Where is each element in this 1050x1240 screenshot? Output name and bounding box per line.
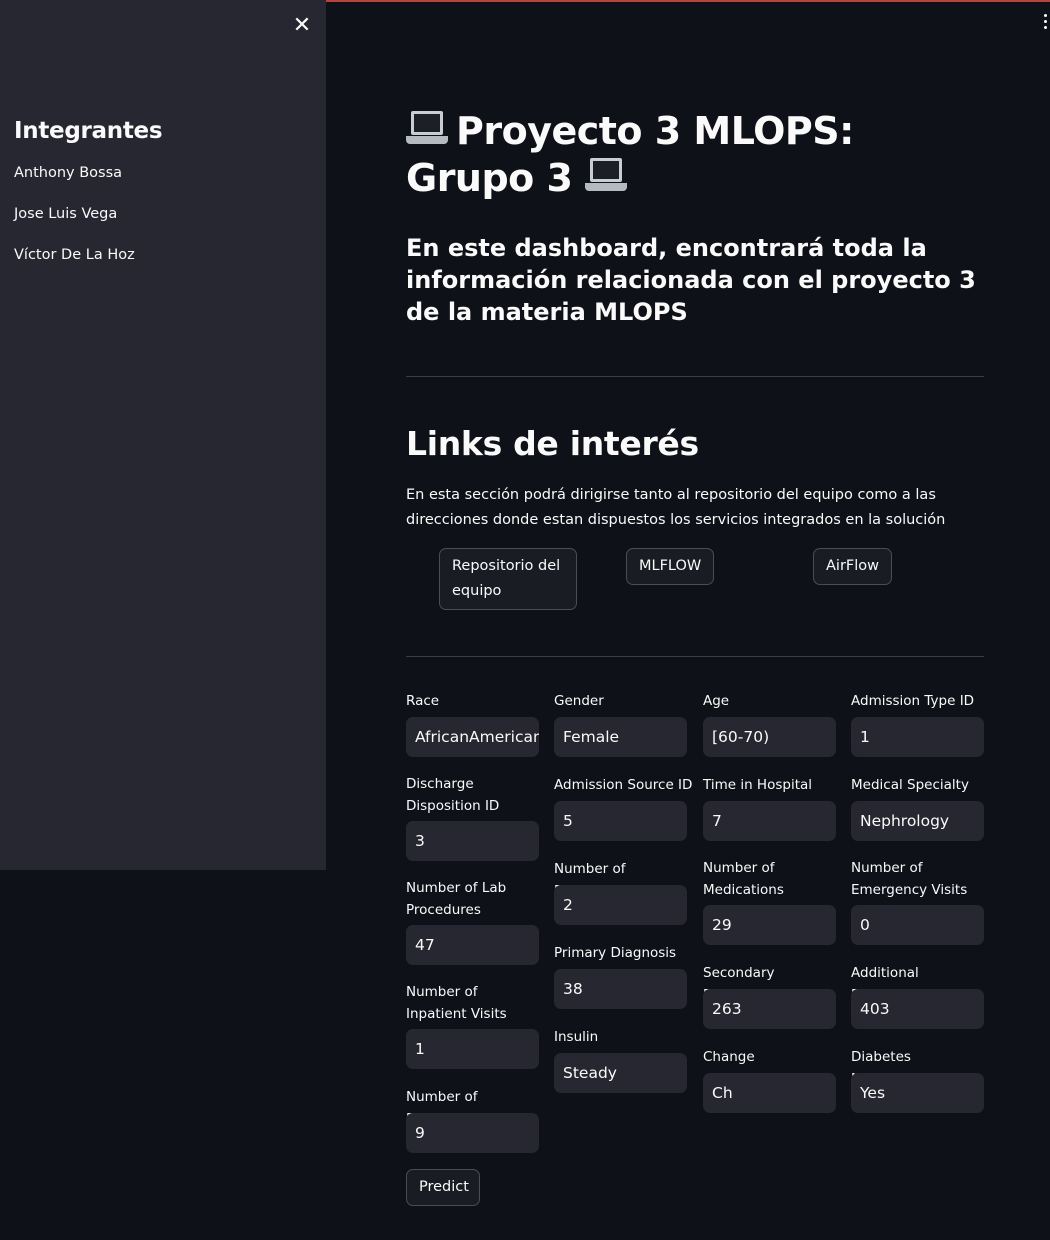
laptop-icon (406, 111, 448, 147)
field-label-change: Change (703, 1049, 755, 1065)
emergency-visits-input[interactable]: 0 (851, 905, 984, 945)
field-label-lab-procedures: Number of Lab Procedures (406, 880, 507, 918)
field-label-insulin: Insulin (554, 1029, 599, 1045)
main-menu-icon[interactable] (1040, 14, 1050, 34)
lab-procedures-input[interactable]: 47 (406, 925, 539, 965)
number-of-diagnoses-input[interactable]: 9 (406, 1113, 539, 1153)
additional-diagnosis-input[interactable]: 403 (851, 989, 984, 1029)
sidebar-member: Anthony Bossa (14, 165, 123, 181)
primary-diagnosis-input[interactable]: 38 (554, 969, 687, 1009)
gender-input[interactable]: Female (554, 717, 687, 757)
links-section-title: Links de interés (406, 424, 699, 463)
medical-specialty-input[interactable]: Nephrology (851, 801, 984, 841)
change-input[interactable]: Ch (703, 1073, 836, 1113)
admission-type-input[interactable]: 1 (851, 717, 984, 757)
links-section-description: En esta sección podrá dirigirse tanto al… (406, 487, 946, 528)
laptop-icon (585, 158, 628, 194)
repository-button[interactable]: Repositorio del equipo (439, 548, 577, 610)
sidebar: ✕ Integrantes Anthony Bossa Jose Luis Ve… (0, 0, 326, 870)
field-label-primary-diagnosis: Primary Diagnosis (554, 945, 677, 961)
close-sidebar-icon[interactable]: ✕ (292, 14, 312, 38)
discharge-disposition-input[interactable]: 3 (406, 821, 539, 861)
field-label-age: Age (703, 693, 730, 709)
sidebar-member: Jose Luis Vega (14, 206, 118, 222)
race-input[interactable]: AfricanAmerican (406, 717, 539, 757)
secondary-diagnosis-input[interactable]: 263 (703, 989, 836, 1029)
field-label-emergency-visits: Number of Emergency Visits (851, 860, 968, 898)
mlflow-button[interactable]: MLFLOW (626, 548, 715, 585)
diabetes-medication-input[interactable]: Yes (851, 1073, 984, 1113)
divider (406, 376, 984, 377)
field-label-medical-specialty: Medical Specialty (851, 777, 969, 793)
divider (406, 656, 984, 657)
inpatient-visits-input[interactable]: 1 (406, 1029, 539, 1069)
sidebar-member: Víctor De La Hoz (14, 247, 135, 263)
admission-source-input[interactable]: 5 (554, 801, 687, 841)
field-label-time-in-hospital: Time in Hospital (703, 777, 813, 793)
page-title-text: Proyecto 3 MLOPS: Grupo 3 (406, 109, 854, 200)
airflow-button[interactable]: AirFlow (813, 548, 893, 585)
field-label-inpatient-visits: Number of Inpatient Visits (406, 984, 507, 1022)
field-label-number-of-medications: Number of Medications (703, 860, 784, 898)
field-label-admission-type: Admission Type ID (851, 693, 975, 709)
field-label-admission-source: Admission Source ID (554, 777, 693, 793)
sidebar-title: Integrantes (14, 118, 163, 144)
predict-button[interactable]: Predict (406, 1169, 480, 1206)
field-label-race: Race (406, 693, 440, 709)
field-label-discharge-disposition: Discharge Disposition ID (406, 776, 500, 814)
number-of-medications-input[interactable]: 29 (703, 905, 836, 945)
age-input[interactable]: [60-70) (703, 717, 836, 757)
number-of-procedures-input[interactable]: 2 (554, 885, 687, 925)
field-label-gender: Gender (554, 693, 604, 709)
time-in-hospital-input[interactable]: 7 (703, 801, 836, 841)
insulin-input[interactable]: Steady (554, 1053, 687, 1093)
page-subtitle: En este dashboard, encontrará toda la in… (406, 234, 976, 326)
page-title: Proyecto 3 MLOPS: Grupo 3 (406, 108, 984, 202)
